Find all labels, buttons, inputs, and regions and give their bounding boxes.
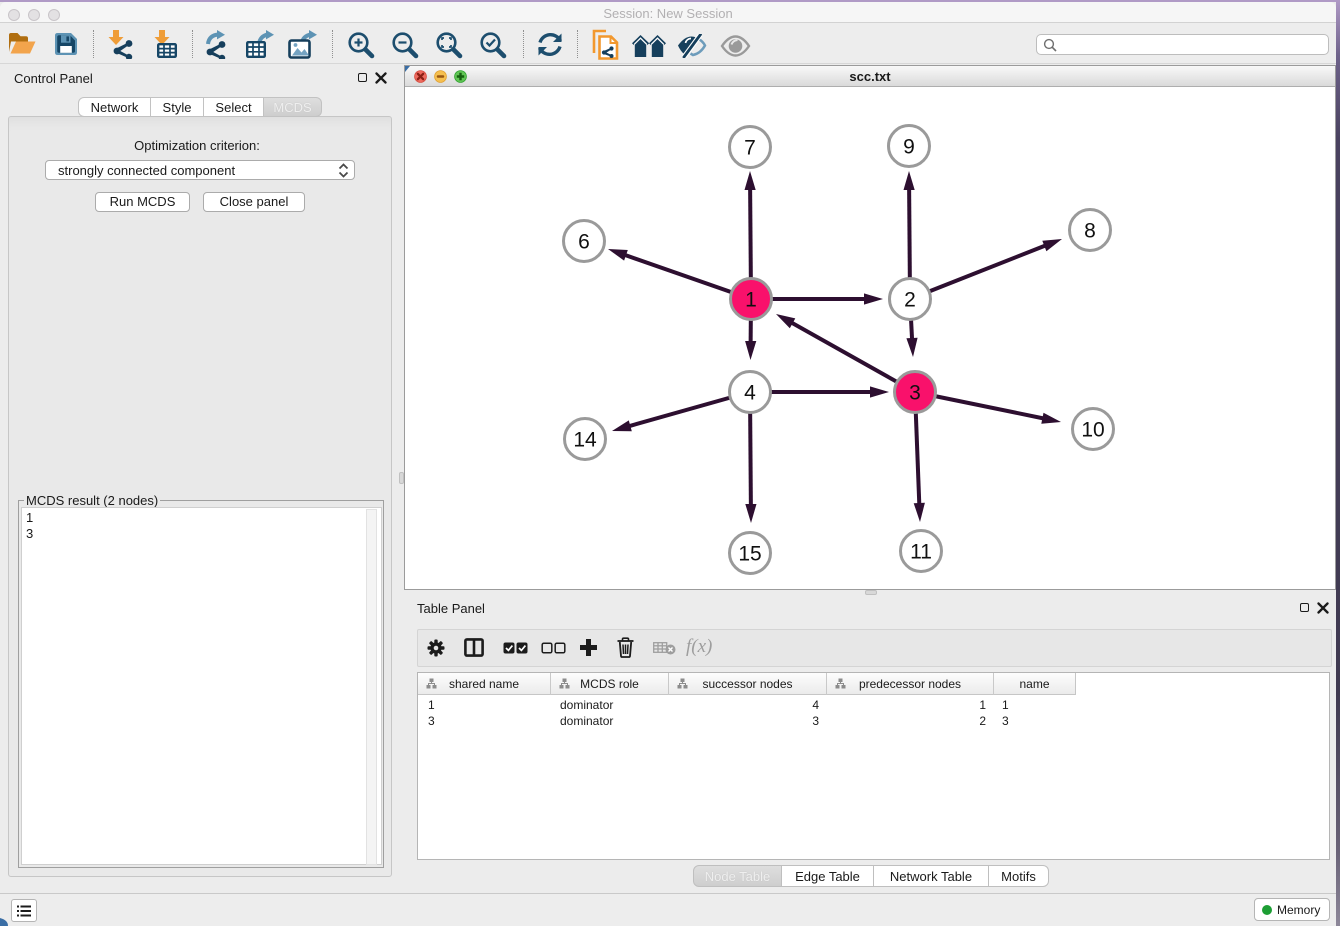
svg-text:11: 11: [910, 541, 932, 564]
svg-text:7: 7: [744, 137, 756, 160]
svg-text:8: 8: [1084, 220, 1096, 243]
svg-text:14: 14: [573, 429, 597, 452]
svg-text:15: 15: [738, 543, 761, 566]
svg-text:4: 4: [744, 382, 756, 405]
svg-text:10: 10: [1081, 419, 1104, 442]
svg-text:6: 6: [578, 231, 590, 254]
svg-text:2: 2: [904, 289, 916, 312]
svg-text:1: 1: [745, 289, 757, 312]
svg-text:3: 3: [909, 382, 921, 405]
svg-text:9: 9: [903, 136, 915, 159]
